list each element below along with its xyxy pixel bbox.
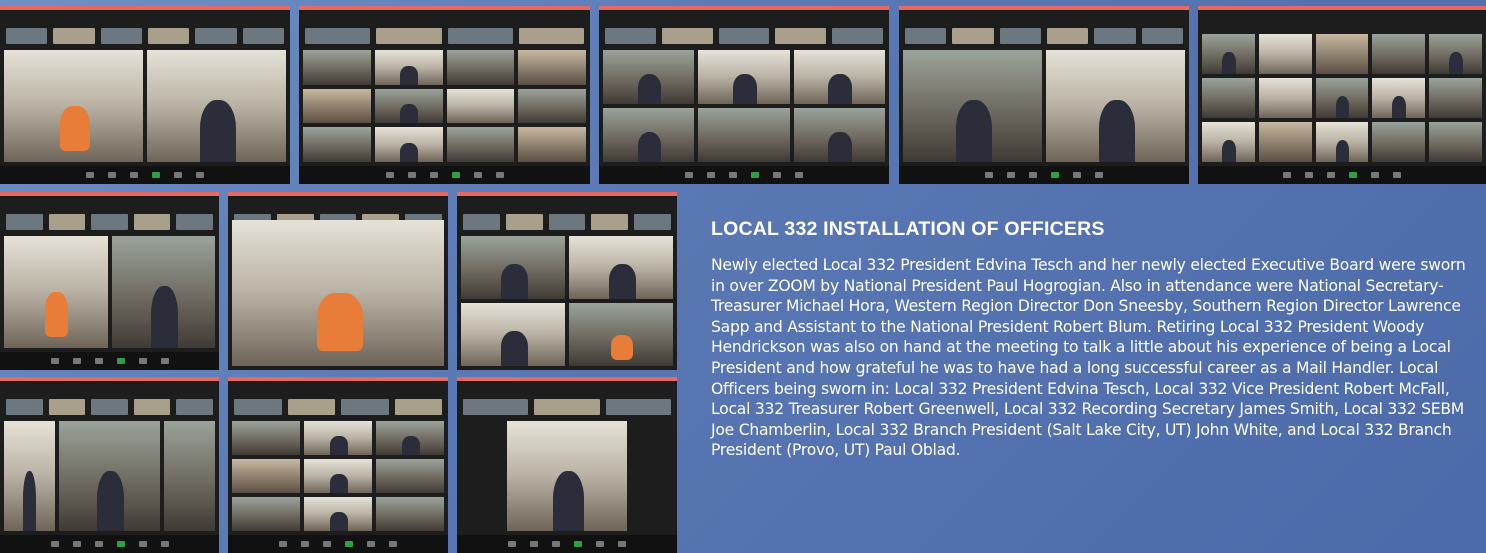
participant-strip: [6, 28, 284, 44]
video-tile: [147, 50, 286, 162]
participant-strip: [463, 399, 671, 415]
video-tile: [4, 50, 143, 162]
meeting-toolbar: [457, 535, 677, 553]
zoom-screenshot-2: [299, 6, 590, 184]
meeting-toolbar: [0, 352, 219, 370]
zoom-screenshot-7: [228, 192, 448, 370]
meeting-toolbar: [0, 535, 219, 553]
zoom-screenshot-4: [899, 6, 1189, 184]
zoom-screenshot-10: [228, 377, 448, 553]
participant-strip: [6, 399, 213, 415]
zoom-screenshot-9: [0, 377, 219, 553]
meeting-toolbar: [299, 166, 590, 184]
meeting-toolbar: [228, 535, 448, 553]
zoom-screenshot-3: [599, 6, 889, 184]
participant-strip: [6, 214, 213, 230]
zoom-screenshot-1: [0, 6, 290, 184]
participant-strip: [305, 28, 584, 44]
meeting-toolbar: [599, 166, 889, 184]
participant-strip: [905, 28, 1183, 44]
participant-strip: [234, 399, 442, 415]
article-heading: LOCAL 332 INSTALLATION OF OFFICERS: [711, 218, 1105, 240]
article-body: Newly elected Local 332 President Edvina…: [711, 256, 1466, 460]
zoom-screenshot-6: [0, 192, 219, 370]
meeting-toolbar: [899, 166, 1189, 184]
article: LOCAL 332 INSTALLATION OF OFFICERS Newly…: [711, 218, 1481, 461]
zoom-screenshot-5: [1198, 6, 1486, 184]
zoom-screenshot-8: [457, 192, 677, 370]
meeting-toolbar: [0, 166, 290, 184]
participant-strip: [605, 28, 883, 44]
participant-strip: [463, 214, 671, 230]
zoom-screenshot-11: [457, 377, 677, 553]
meeting-toolbar: [1198, 166, 1486, 184]
